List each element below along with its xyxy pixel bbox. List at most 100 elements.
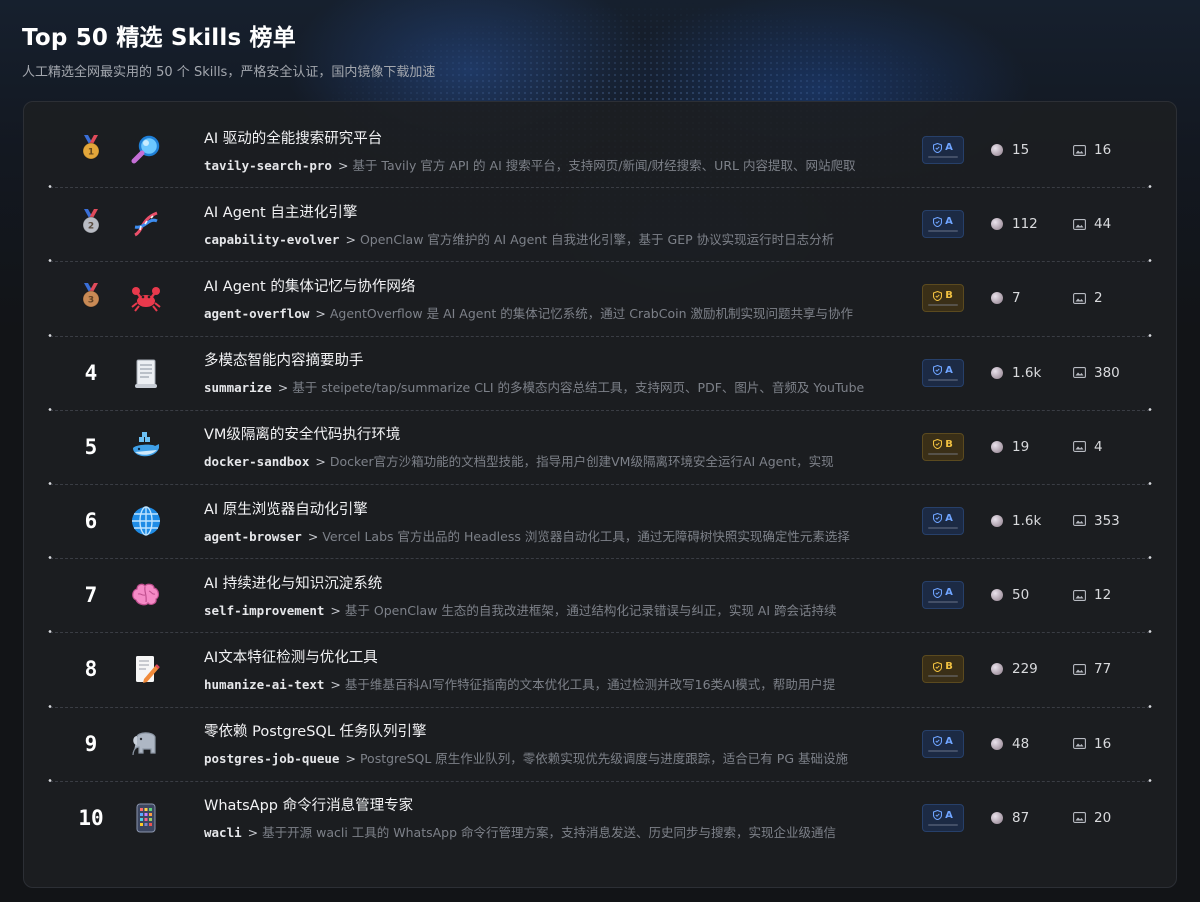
grade-letter: A: [945, 364, 953, 376]
skill-row[interactable]: 3 AI Agent 的集体记忆与协作网络 agent-overflow > Age…: [24, 259, 1176, 335]
svg-text:2: 2: [88, 221, 94, 231]
skill-slug[interactable]: agent-overflow: [204, 306, 309, 321]
circle-icon: [991, 292, 1003, 305]
rank: 5: [84, 434, 98, 459]
skill-row[interactable]: 6 AI 原生浏览器自动化引擎 agent-browser > Vercel Lab…: [24, 481, 1176, 558]
security-grade-badge[interactable]: A: [922, 136, 964, 164]
security-grade-badge[interactable]: A: [922, 358, 964, 387]
skill-slug[interactable]: summarize: [204, 380, 272, 395]
images-count: 12: [1094, 587, 1112, 604]
security-grade-badge[interactable]: A: [922, 729, 964, 758]
skill-row[interactable]: 4 多模态智能内容摘要助手 summarize > 基于 steipete/tap/…: [24, 333, 1176, 410]
page-title: Top 50 精选 Skills 榜单: [22, 25, 296, 51]
images-stat: 44: [1073, 216, 1111, 232]
images-stat: 353: [1073, 513, 1120, 529]
skill-summary: agent-browser > Vercel Labs 官方出品的 Headless…: [204, 526, 944, 545]
brain-icon: [128, 577, 164, 613]
downloads-count: 87: [1012, 809, 1030, 826]
chevron-right-icon: >: [345, 751, 356, 767]
images-count: 20: [1094, 809, 1112, 826]
shield-icon: [933, 513, 943, 524]
security-grade-badge[interactable]: A: [922, 506, 964, 535]
security-grade-badge[interactable]: B: [922, 284, 964, 313]
shield-icon: [933, 587, 943, 598]
svg-text:1: 1: [88, 147, 94, 157]
images-count: 16: [1094, 735, 1112, 752]
bronze-medal-icon: 3: [80, 282, 102, 314]
phone-icon: [128, 800, 164, 836]
skill-row[interactable]: 7 AI 持续进化与知识沉淀系统 self-improvement > 基于 Ope…: [24, 556, 1176, 632]
shield-icon: [933, 661, 943, 672]
skill-description: 基于开源 wacli 工具的 WhatsApp 命令行管理方案，支持消息发送、历…: [262, 825, 836, 841]
images-count: 44: [1094, 216, 1112, 233]
downloads-count: 1.6k: [1012, 512, 1042, 529]
rank: 6: [84, 509, 98, 534]
skill-slug[interactable]: postgres-job-queue: [204, 751, 339, 766]
skill-row[interactable]: 10 WhatsApp 命令行消息管理专家 wacli > 基于开源 wacli 工…: [24, 778, 1176, 855]
circle-icon: [991, 440, 1003, 453]
skill-slug[interactable]: wacli: [204, 825, 242, 840]
security-grade-badge[interactable]: A: [922, 210, 964, 239]
whale-icon: [128, 429, 164, 465]
skill-title[interactable]: WhatsApp 命令行消息管理专家: [204, 794, 944, 815]
skill-row[interactable]: 9 零依赖 PostgreSQL 任务队列引擎 postgres-job-que…: [24, 704, 1176, 781]
shield-icon: [933, 439, 943, 450]
skill-summary: tavily-search-pro > 基于 Tavily 官方 API 的 AI …: [204, 155, 944, 174]
skill-description: Docker官方沙箱功能的文档型技能，指导用户创建VM级隔离环境安全运行AI A…: [329, 454, 834, 470]
image-icon: [1073, 589, 1086, 601]
images-stat: 16: [1073, 736, 1111, 752]
grade-letter: B: [945, 661, 953, 673]
skill-description: PostgreSQL 原生作业队列，零依赖实现优先级调度与进度跟踪，适合已有 P…: [359, 751, 848, 767]
skill-title[interactable]: 多模态智能内容摘要助手: [204, 349, 944, 370]
images-count: 353: [1094, 512, 1120, 529]
security-grade-badge[interactable]: B: [922, 432, 964, 461]
skill-row[interactable]: 1 AI 驱动的全能搜索研究平台 tavily-search-pro > 基于 Ta…: [24, 113, 1176, 187]
chevron-right-icon: >: [247, 825, 259, 841]
skills-list: 1 AI 驱动的全能搜索研究平台 tavily-search-pro > 基于 Ta…: [23, 101, 1177, 888]
skill-slug[interactable]: docker-sandbox: [204, 454, 309, 469]
security-grade-badge[interactable]: B: [922, 655, 964, 684]
badge-caption: [928, 304, 958, 307]
images-stat: 4: [1073, 439, 1103, 455]
skill-title[interactable]: 零依赖 PostgreSQL 任务队列引擎: [204, 720, 944, 741]
grade-letter: A: [945, 809, 953, 821]
chevron-right-icon: >: [345, 231, 356, 247]
image-icon: [1073, 292, 1086, 304]
image-icon: [1073, 738, 1086, 749]
skill-row[interactable]: 2 AI Agent 自主进化引擎 capability-evolver > Ope…: [24, 185, 1176, 261]
gold-medal-icon: 1: [80, 134, 102, 166]
skill-slug[interactable]: capability-evolver: [204, 232, 339, 247]
skill-row[interactable]: 5 VM级隔离的安全代码执行环境 docker-sandbox > Docker官方…: [24, 407, 1176, 484]
svg-text:3: 3: [88, 295, 94, 305]
skill-slug[interactable]: humanize-ai-text: [204, 677, 324, 692]
skill-slug[interactable]: agent-browser: [204, 529, 302, 544]
security-grade-badge[interactable]: A: [922, 803, 964, 832]
badge-caption: [928, 378, 958, 381]
rank: 3: [54, 282, 128, 314]
skill-description: Vercel Labs 官方出品的 Headless 浏览器自动化工具，通过无障…: [322, 528, 850, 544]
skill-summary: self-improvement > 基于 OpenClaw 生态的自我改进框架，通…: [204, 600, 944, 619]
memo-icon: [128, 651, 164, 687]
skill-slug[interactable]: self-improvement: [204, 603, 324, 618]
skill-description: 基于 Tavily 官方 API 的 AI 搜索平台，支持网页/新闻/财经搜索、…: [352, 157, 856, 173]
skill-title[interactable]: AI Agent 自主进化引擎: [204, 201, 944, 222]
skill-title[interactable]: AI Agent 的集体记忆与协作网络: [204, 275, 944, 296]
skill-title[interactable]: AI 持续进化与知识沉淀系统: [204, 572, 944, 593]
skill-title[interactable]: AI 原生浏览器自动化引擎: [204, 498, 944, 519]
image-icon: [1073, 144, 1086, 156]
downloads-stat: 112: [991, 216, 1038, 232]
skill-row[interactable]: 8 AI文本特征检测与优化工具 humanize-ai-text > 基于维基百科A…: [24, 630, 1176, 706]
security-grade-badge[interactable]: A: [922, 581, 964, 610]
skill-text: 多模态智能内容摘要助手 summarize > 基于 steipete/tap/su…: [204, 349, 944, 396]
images-stat: 12: [1073, 587, 1111, 603]
grade-letter: A: [945, 216, 953, 228]
skill-title[interactable]: AI文本特征检测与优化工具: [204, 646, 944, 667]
skill-title[interactable]: AI 驱动的全能搜索研究平台: [204, 127, 944, 148]
skill-slug[interactable]: tavily-search-pro: [204, 158, 332, 173]
downloads-stat: 1.6k: [991, 365, 1041, 381]
downloads-stat: 19: [991, 439, 1029, 455]
page-subtitle: 人工精选全网最实用的 50 个 Skills，严格安全认证，国内镜像下载加速: [22, 65, 436, 80]
chevron-right-icon: >: [315, 305, 326, 321]
skill-title[interactable]: VM级隔离的安全代码执行环境: [204, 423, 944, 444]
badge-caption: [928, 230, 958, 233]
